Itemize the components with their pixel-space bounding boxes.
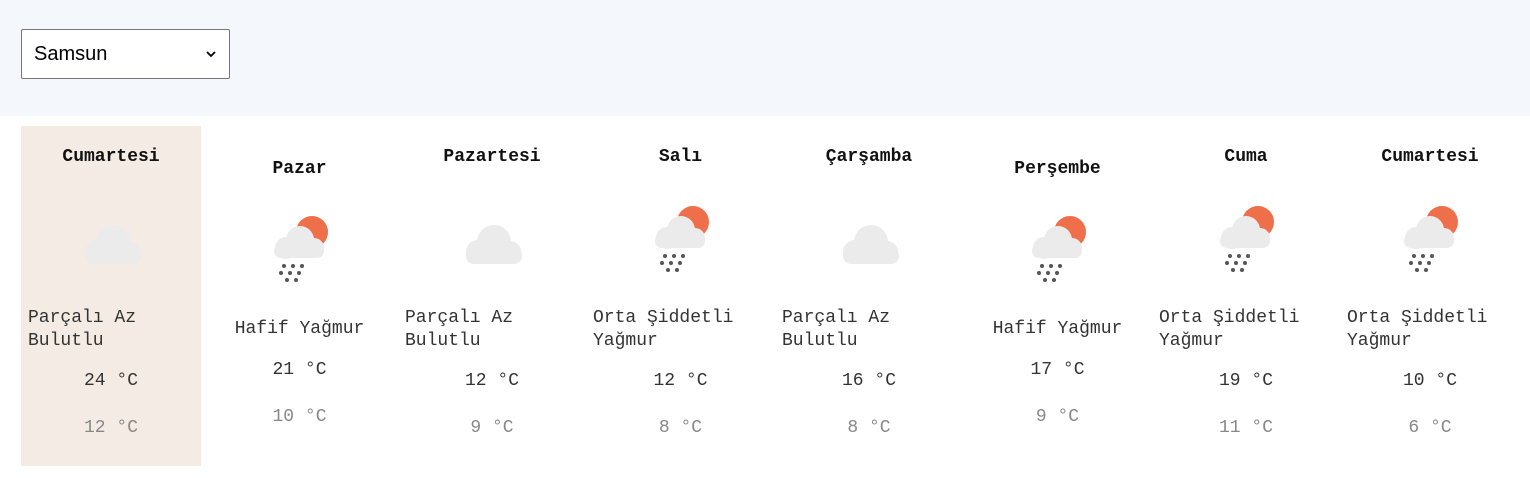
day-name: Cumartesi bbox=[62, 147, 160, 167]
city-select-value: Samsun bbox=[34, 42, 108, 65]
temp-low: 8 °C bbox=[847, 418, 891, 438]
sun-cloud-rain-icon bbox=[1031, 216, 1086, 282]
day-name: Cumartesi bbox=[1381, 147, 1479, 167]
chevron-down-icon bbox=[206, 51, 216, 58]
sun-cloud-rain-icon bbox=[1404, 206, 1458, 272]
temp-low: 8 °C bbox=[658, 418, 703, 438]
forecast-day[interactable]: Cuma Orta Şiddetli Yağmur 19 °C 11 °C bbox=[1152, 126, 1340, 466]
temp-high: 12 °C bbox=[464, 371, 519, 391]
cloud-icon bbox=[466, 225, 522, 264]
temp-low: 10 °C bbox=[272, 407, 327, 427]
sun-cloud-rain-icon bbox=[1220, 206, 1274, 272]
temp-high: 17 °C bbox=[1030, 360, 1085, 380]
temp-high: 10 °C bbox=[1402, 371, 1457, 391]
forecast-day[interactable]: Salı Orta Şiddetli Yağmur 12 °C 8 °C bbox=[586, 126, 775, 466]
temp-low: 12 °C bbox=[83, 418, 138, 438]
forecast-day[interactable]: Perşembe Hafif Yağmur 17 °C 9 °C bbox=[963, 126, 1152, 466]
day-name: Perşembe bbox=[1014, 159, 1101, 179]
temp-low: 9 °C bbox=[1035, 407, 1080, 427]
day-description: Parçalı Az Bulutlu bbox=[405, 308, 514, 351]
day-description: Hafif Yağmur bbox=[234, 319, 365, 339]
temp-high: 24 °C bbox=[83, 371, 138, 391]
temp-high: 21 °C bbox=[272, 360, 327, 380]
sun-cloud-rain-icon bbox=[654, 206, 709, 272]
forecast-day[interactable]: Cumartesi Orta Şiddetli Yağmur 10 °C 6 °… bbox=[1340, 126, 1520, 466]
day-name: Çarşamba bbox=[825, 147, 913, 167]
forecast-day[interactable]: Pazar Hafif Yağmur 21 °C 10 °C bbox=[201, 126, 398, 466]
city-select[interactable]: Samsun bbox=[21, 29, 230, 79]
day-description: Orta Şiddetli Yağmur bbox=[1159, 308, 1300, 351]
temp-low: 9 °C bbox=[470, 418, 514, 438]
forecast-day[interactable]: Pazartesi Parçalı Az Bulutlu 12 °C 9 °C bbox=[398, 126, 586, 466]
temp-low: 6 °C bbox=[1408, 418, 1452, 438]
cloud-icon bbox=[85, 225, 141, 264]
day-description: Orta Şiddetli Yağmur bbox=[1347, 308, 1488, 351]
day-name: Pazartesi bbox=[443, 147, 541, 167]
forecast-day[interactable]: Cumartesi Parçalı Az Bulutlu 24 °C 12 °C bbox=[21, 126, 201, 466]
day-name: Salı bbox=[658, 147, 703, 167]
day-description: Parçalı Az Bulutlu bbox=[28, 308, 137, 351]
day-description: Hafif Yağmur bbox=[992, 319, 1123, 339]
day-name: Cuma bbox=[1224, 147, 1268, 167]
day-name: Pazar bbox=[272, 159, 327, 179]
forecast-list: Cumartesi Parçalı Az Bulutlu 24 °C 12 °C… bbox=[21, 126, 1520, 466]
temp-high: 12 °C bbox=[653, 371, 708, 391]
top-bar: Samsun bbox=[0, 0, 1530, 116]
day-description: Orta Şiddetli Yağmur bbox=[593, 308, 734, 351]
temp-high: 16 °C bbox=[841, 371, 896, 391]
temp-high: 19 °C bbox=[1218, 371, 1273, 391]
temp-low: 11 °C bbox=[1218, 418, 1273, 438]
cloud-icon bbox=[843, 225, 899, 264]
sun-cloud-rain-icon bbox=[273, 216, 328, 282]
day-description: Parçalı Az Bulutlu bbox=[782, 308, 891, 351]
forecast-day[interactable]: Çarşamba Parçalı Az Bulutlu 16 °C 8 °C bbox=[775, 126, 963, 466]
